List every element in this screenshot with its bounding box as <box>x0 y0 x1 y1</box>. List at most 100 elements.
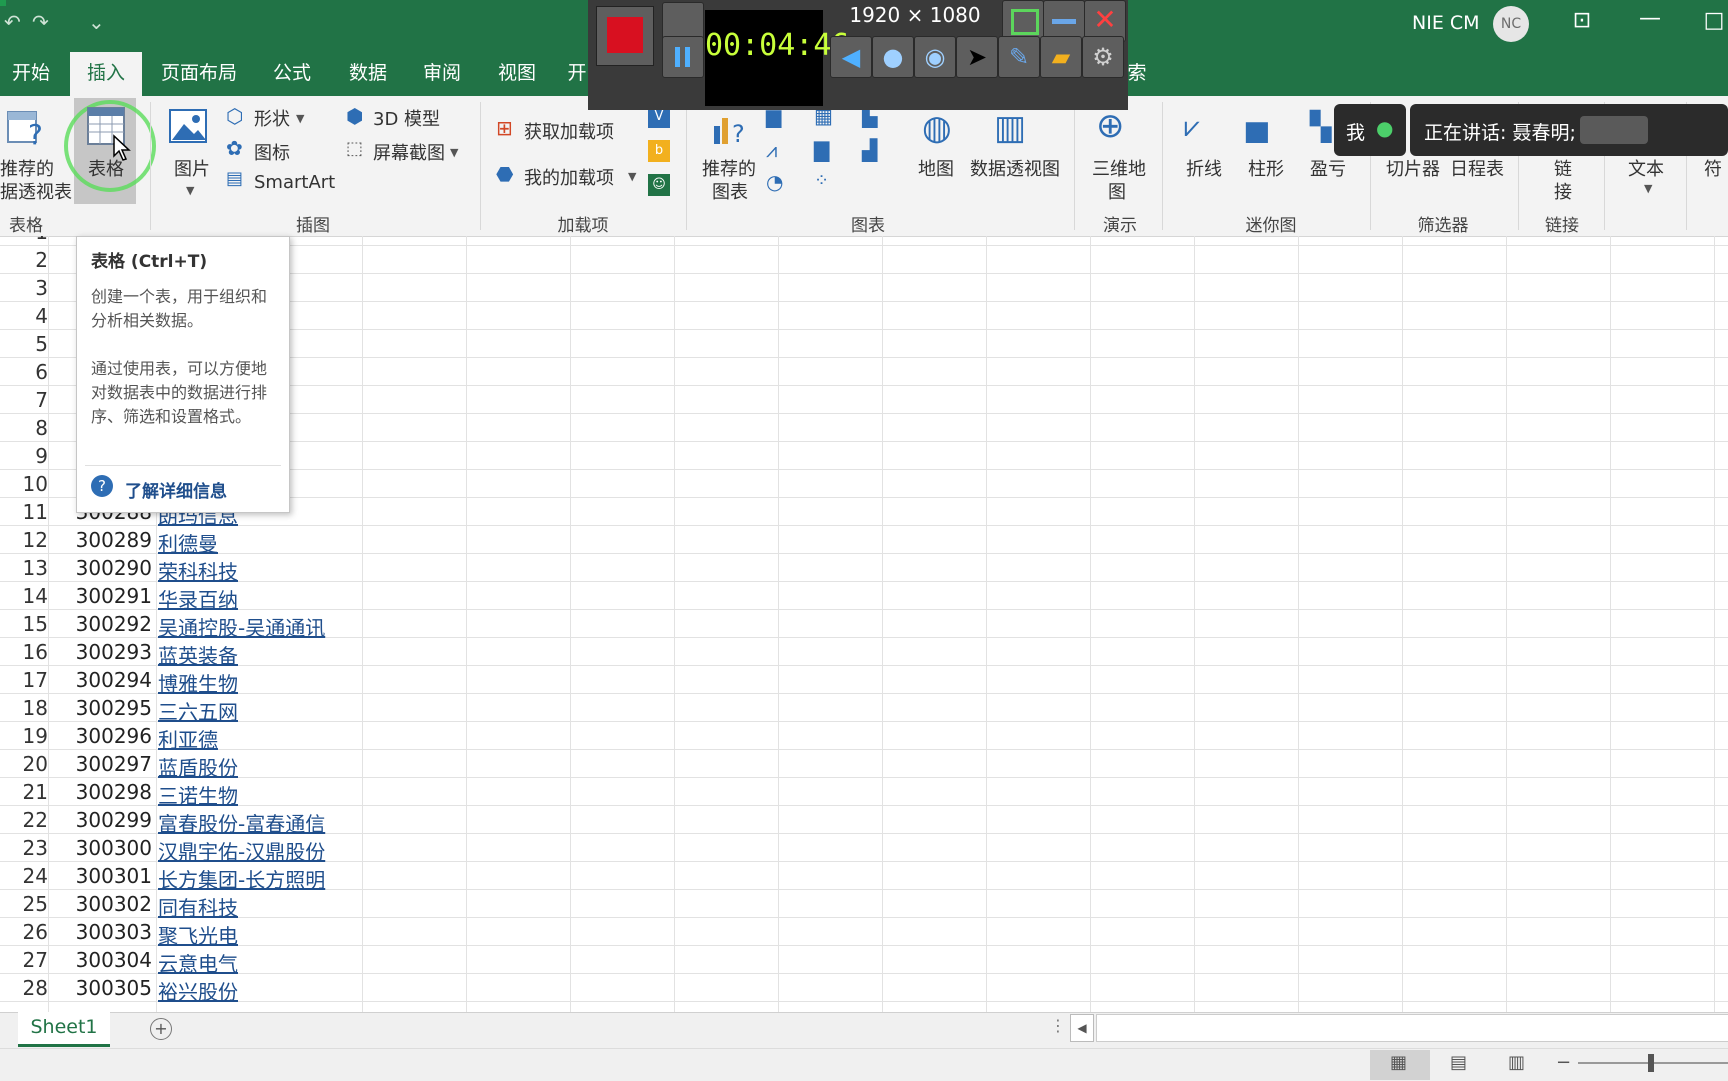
tab-data[interactable]: 数据 <box>338 52 398 96</box>
page-layout-view-icon[interactable]: ▤ <box>1450 1052 1467 1073</box>
row-number[interactable]: 15 <box>0 612 48 636</box>
pivotchart-button[interactable]: 数据透视图 <box>970 155 1060 181</box>
speaker-icon[interactable]: ◀ <box>830 36 872 78</box>
tab-home[interactable]: 开始 <box>0 52 62 96</box>
row-number[interactable]: 20 <box>0 752 48 776</box>
statistic-chart-icon[interactable]: ▇ <box>814 138 829 162</box>
recommended-charts-button[interactable]: ? <box>710 108 750 152</box>
cursor-icon[interactable]: ➤ <box>956 36 998 78</box>
stock-name-link[interactable]: 裕兴股份 <box>158 976 238 1005</box>
sparkline-column-button[interactable]: 柱形 <box>1248 155 1284 181</box>
row-number[interactable]: 4 <box>0 304 48 328</box>
stock-code-cell[interactable]: 300295 <box>52 696 152 720</box>
row-number[interactable]: 12 <box>0 528 48 552</box>
avatar[interactable]: NC <box>1493 6 1529 42</box>
bing-icon[interactable]: b <box>648 140 670 162</box>
restore-icon[interactable]: □ <box>1694 8 1728 33</box>
link-label-2[interactable]: 接 <box>1554 178 1572 204</box>
recommended-pivot-button[interactable]: ? <box>6 108 46 152</box>
stock-code-cell[interactable]: 300299 <box>52 808 152 832</box>
line-chart-icon[interactable]: ⩘ <box>766 138 777 162</box>
pen-icon[interactable]: ✎ <box>998 36 1040 78</box>
row-number[interactable]: 16 <box>0 640 48 664</box>
scatter-chart-icon[interactable]: ⁘ <box>814 170 829 191</box>
maps-button[interactable]: 地图 <box>918 155 954 181</box>
row-number[interactable]: 19 <box>0 724 48 748</box>
row-number[interactable]: 25 <box>0 892 48 916</box>
people-graph-icon[interactable]: ☺ <box>648 174 670 196</box>
stock-name-link[interactable]: 云意电气 <box>158 948 238 977</box>
stock-code-cell[interactable]: 300304 <box>52 948 152 972</box>
row-number[interactable]: 7 <box>0 388 48 412</box>
stock-code-cell[interactable]: 300300 <box>52 836 152 860</box>
symbols-button[interactable]: 符 <box>1704 155 1722 181</box>
row-number[interactable]: 22 <box>0 808 48 832</box>
slicer-button[interactable]: 切片器 <box>1386 155 1440 181</box>
stock-name-link[interactable]: 汉鼎宇佑-汉鼎股份 <box>158 836 325 865</box>
stock-name-link[interactable]: 长方集团-长方照明 <box>158 864 325 893</box>
stock-code-cell[interactable]: 300289 <box>52 528 152 552</box>
add-sheet-button[interactable]: + <box>150 1018 172 1040</box>
undo-icon[interactable]: ↶ <box>4 10 21 34</box>
screenshot-button[interactable]: 屏幕截图 <box>373 139 445 165</box>
redo-icon[interactable]: ↷ <box>32 10 49 34</box>
timeline-button[interactable]: 日程表 <box>1450 155 1504 181</box>
row-number[interactable]: 13 <box>0 556 48 580</box>
shapes-dropdown-icon[interactable]: ▼ <box>296 112 304 125</box>
row-number[interactable]: 10 <box>0 472 48 496</box>
customize-qat-icon[interactable]: ⌄ <box>88 10 105 34</box>
zoom-out-button[interactable]: − <box>1556 1052 1571 1073</box>
row-number[interactable]: 14 <box>0 584 48 608</box>
stock-name-link[interactable]: 荣科科技 <box>158 556 238 585</box>
settings-gear-icon[interactable]: ⚙ <box>1082 36 1124 78</box>
stock-code-cell[interactable]: 300298 <box>52 780 152 804</box>
3d-model-button[interactable]: 3D 模型 <box>373 105 440 131</box>
pie-chart-icon[interactable]: ◔ <box>766 170 783 194</box>
tab-view[interactable]: 视图 <box>487 52 547 96</box>
row-number[interactable]: 3 <box>0 276 48 300</box>
stock-code-cell[interactable]: 300301 <box>52 864 152 888</box>
microphone-icon[interactable]: ● <box>872 36 914 78</box>
stock-name-link[interactable]: 三诺生物 <box>158 780 238 809</box>
text-button[interactable]: 文本 <box>1628 155 1664 181</box>
row-number[interactable]: 28 <box>0 976 48 1000</box>
shapes-button[interactable]: 形状 <box>254 105 290 131</box>
scroll-left-icon[interactable]: ◀ <box>1070 1014 1094 1042</box>
row-number[interactable]: 17 <box>0 668 48 692</box>
row-number[interactable]: 9 <box>0 444 48 468</box>
stock-code-cell[interactable]: 300303 <box>52 920 152 944</box>
horizontal-scrollbar[interactable] <box>1096 1014 1728 1042</box>
stock-name-link[interactable]: 利亚德 <box>158 724 218 753</box>
stock-code-cell[interactable]: 300291 <box>52 584 152 608</box>
ribbon-display-options-icon[interactable]: ⊡ <box>1562 8 1602 33</box>
stock-name-link[interactable]: 蓝盾股份 <box>158 752 238 781</box>
stock-code-cell[interactable]: 300296 <box>52 724 152 748</box>
webcam-icon[interactable]: ◉ <box>914 36 956 78</box>
icons-button[interactable]: 图标 <box>254 139 290 165</box>
stock-name-link[interactable]: 聚飞光电 <box>158 920 238 949</box>
row-number[interactable]: 5 <box>0 332 48 356</box>
tab-formulas[interactable]: 公式 <box>262 52 322 96</box>
stop-record-button[interactable] <box>596 6 654 66</box>
tab-splitter-icon[interactable]: ⋮ <box>1050 1016 1066 1035</box>
row-number[interactable]: 27 <box>0 948 48 972</box>
row-number[interactable]: 18 <box>0 696 48 720</box>
screenshot-dropdown-icon[interactable]: ▼ <box>450 146 458 159</box>
sparkline-line-button[interactable]: 折线 <box>1186 155 1222 181</box>
minimize-icon[interactable]: — <box>1630 6 1670 31</box>
tab-review[interactable]: 审阅 <box>412 52 472 96</box>
stock-name-link[interactable]: 三六五网 <box>158 696 238 725</box>
tooltip-learn-more-link[interactable]: 了解详细信息 <box>125 477 227 502</box>
stock-name-link[interactable]: 博雅生物 <box>158 668 238 697</box>
row-number[interactable]: 6 <box>0 360 48 384</box>
user-name[interactable]: NIE CM <box>1412 12 1480 34</box>
picture-dropdown-icon[interactable]: ▼ <box>186 184 194 197</box>
stock-code-cell[interactable]: 300302 <box>52 892 152 916</box>
stock-code-cell[interactable]: 300294 <box>52 668 152 692</box>
stock-name-link[interactable]: 吴通控股-吴通通讯 <box>158 612 325 641</box>
pause-icon[interactable] <box>662 36 704 78</box>
tab-insert[interactable]: 插入 <box>70 52 142 96</box>
row-number[interactable]: 21 <box>0 780 48 804</box>
3d-map-label-2[interactable]: 图 <box>1108 178 1126 204</box>
row-number[interactable]: 11 <box>0 500 48 524</box>
